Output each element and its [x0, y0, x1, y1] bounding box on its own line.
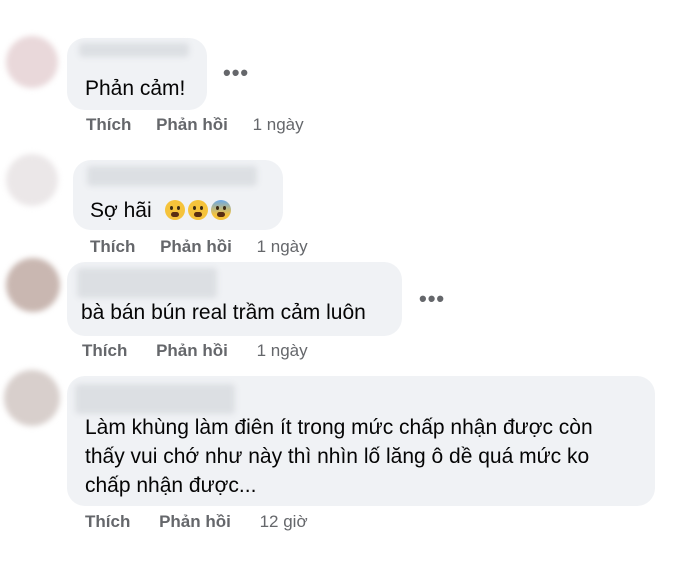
comment-text-line: Làm khùng làm điên ít trong mức chấp nhậ… — [85, 416, 593, 439]
comment-text-line: chấp nhận được... — [85, 474, 257, 497]
comment-actions: Thích Phản hồi 1 ngày — [90, 237, 308, 257]
comment-text-label: Sợ hãi — [90, 199, 152, 222]
comment-text: Phản cảm! — [85, 77, 186, 100]
screaming-face-icon — [188, 200, 209, 220]
like-button[interactable]: Thích — [86, 115, 131, 135]
like-button[interactable]: Thích — [82, 341, 127, 361]
comment-bubble: bà bán bún real trầm cảm luôn — [67, 262, 402, 336]
avatar[interactable] — [6, 154, 58, 206]
avatar[interactable] — [4, 370, 60, 426]
comment-text-line: thấy vui chớ như này thì nhìn lố lăng ô … — [85, 445, 590, 468]
comment-actions: Thích Phản hồi 1 ngày — [82, 341, 308, 361]
comment-timestamp[interactable]: 12 giờ — [260, 512, 308, 532]
commenter-name[interactable] — [87, 166, 257, 186]
comment-actions: Thích Phản hồi 1 ngày — [86, 115, 304, 135]
reply-button[interactable]: Phản hồi — [160, 237, 232, 257]
like-button[interactable]: Thích — [90, 237, 135, 257]
commenter-name[interactable] — [75, 384, 235, 414]
comment-bubble: Làm khùng làm điên ít trong mức chấp nhậ… — [67, 376, 655, 506]
comment-timestamp[interactable]: 1 ngày — [253, 115, 304, 135]
cold-sweat-face-icon — [211, 200, 232, 220]
more-options-icon[interactable]: ••• — [419, 288, 445, 310]
commenter-name[interactable] — [79, 43, 189, 57]
comment-text: Sợ hãi — [90, 196, 232, 225]
reply-button[interactable]: Phản hồi — [159, 512, 231, 532]
fearful-face-icon — [165, 200, 186, 220]
avatar[interactable] — [6, 36, 58, 88]
comment-timestamp[interactable]: 1 ngày — [257, 237, 308, 257]
comment-bubble: Phản cảm! — [67, 38, 207, 110]
reply-button[interactable]: Phản hồi — [156, 115, 228, 135]
more-options-icon[interactable]: ••• — [223, 62, 249, 84]
commenter-name[interactable] — [77, 268, 217, 298]
like-button[interactable]: Thích — [85, 512, 130, 532]
avatar[interactable] — [6, 258, 60, 312]
comment-text: bà bán bún real trầm cảm luôn — [81, 301, 366, 324]
reply-button[interactable]: Phản hồi — [156, 341, 228, 361]
comment-actions: Thích Phản hồi 12 giờ — [85, 512, 308, 532]
comment-bubble: Sợ hãi — [73, 160, 283, 230]
comment-timestamp[interactable]: 1 ngày — [257, 341, 308, 361]
